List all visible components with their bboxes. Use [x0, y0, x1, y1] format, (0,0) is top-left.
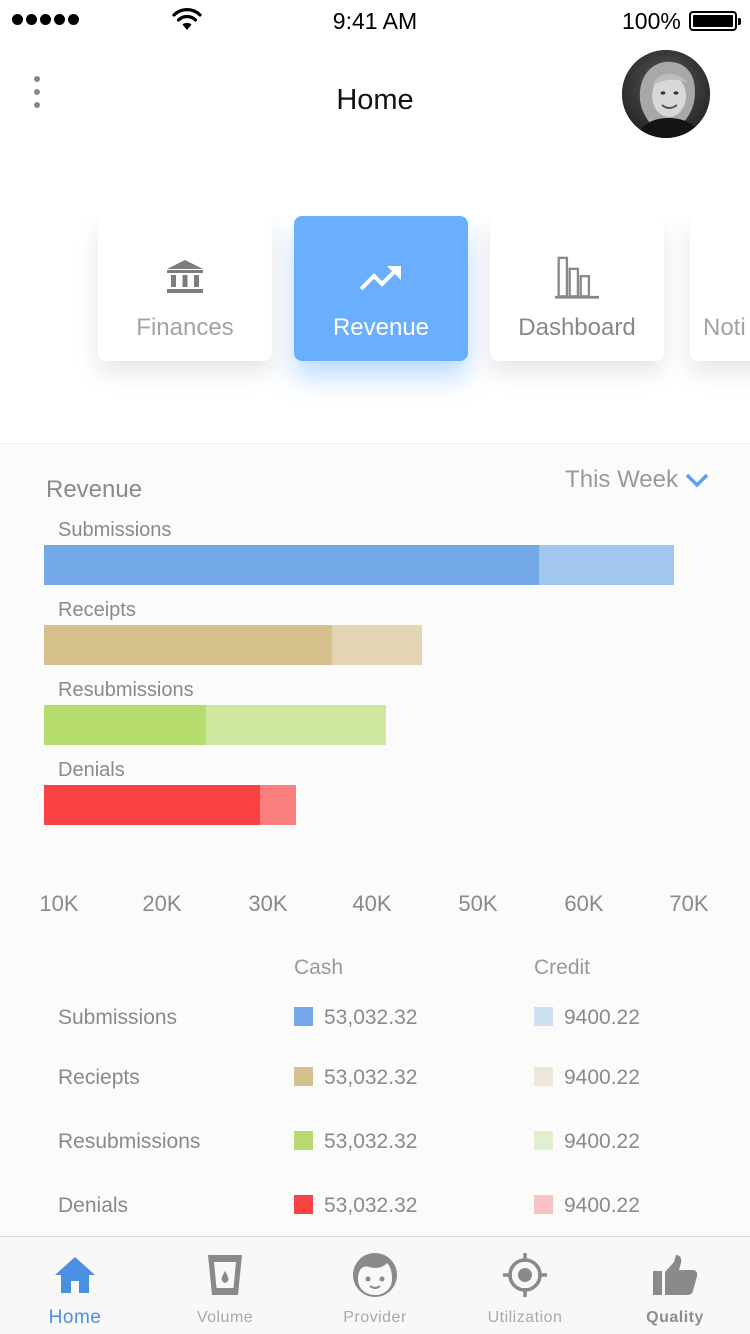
bar-segment-credit [332, 625, 422, 665]
tab-label: Quality [646, 1309, 704, 1326]
x-tick-label: 50K [458, 891, 498, 916]
credit-swatch [534, 1007, 553, 1026]
legend-row-label: Submissions [58, 1006, 178, 1029]
revenue-panel: Revenue This Week Submissions Receipts Res… [0, 443, 750, 1236]
x-tick-label: 40K [352, 891, 392, 916]
avatar[interactable] [622, 50, 710, 138]
category-carousel[interactable]: Finances Revenue Dashboard Noti [0, 216, 750, 416]
tab-utilization[interactable]: Utilization [450, 1237, 600, 1334]
category-card-revenue[interactable]: Revenue [294, 216, 468, 361]
category-label: Dashboard [518, 314, 636, 341]
credit-value: 9400.22 [564, 1194, 640, 1217]
bar-segment-credit [539, 545, 674, 585]
face-icon [351, 1251, 399, 1299]
tab-label: Provider [343, 1309, 407, 1326]
x-tick-label: 30K [248, 891, 288, 916]
bar-segment-cash [44, 625, 332, 665]
thumbs-up-icon [651, 1251, 699, 1299]
category-label: Revenue [332, 314, 430, 341]
legend-header-credit: Credit [534, 956, 591, 979]
credit-swatch [534, 1067, 553, 1086]
bar-label: Receipts [58, 599, 136, 621]
target-icon [501, 1251, 549, 1299]
bar-label: Resubmissions [58, 679, 194, 701]
period-dropdown[interactable]: This Week [565, 466, 710, 494]
credit-value: 9400.22 [564, 1130, 640, 1153]
credit-swatch [534, 1131, 553, 1150]
cash-swatch [294, 1131, 313, 1150]
credit-value: 9400.22 [564, 1006, 640, 1029]
cash-value: 53,032.32 [324, 1194, 418, 1217]
bar-segment-cash [44, 705, 206, 745]
x-tick-label: 70K [669, 891, 709, 916]
bar-chart-icon [555, 256, 599, 300]
home-icon [51, 1251, 99, 1299]
tab-label: Utilization [487, 1309, 563, 1326]
tab-home[interactable]: Home [0, 1237, 150, 1334]
cash-swatch [294, 1007, 313, 1026]
legend-row-label: Resubmissions [58, 1130, 201, 1153]
tab-volume[interactable]: Volume [150, 1237, 300, 1334]
category-card-finances[interactable]: Finances [98, 216, 272, 361]
cash-value: 53,032.32 [324, 1006, 418, 1029]
tab-provider[interactable]: Provider [300, 1237, 450, 1334]
legend-row-label: Denials [58, 1194, 129, 1217]
tab-label: Volume [196, 1309, 254, 1326]
bar-label: Submissions [58, 519, 172, 541]
x-tick-label: 60K [564, 891, 604, 916]
credit-swatch [534, 1195, 553, 1214]
bank-icon [163, 256, 207, 300]
bar-label: Denials [58, 759, 125, 781]
bar-segment-cash [44, 785, 260, 825]
battery-percentage: 100% [622, 8, 681, 34]
x-tick-label: 10K [39, 891, 79, 916]
bar-segment-cash [44, 545, 539, 585]
avatar-photo [622, 50, 710, 138]
period-value: This Week [565, 466, 678, 493]
category-label: Noti [703, 314, 746, 341]
trending-up-icon [359, 256, 403, 300]
bar-segment-credit [206, 705, 386, 745]
legend-row-label: Reciepts [58, 1066, 140, 1089]
bar-segment-credit [260, 785, 296, 825]
panel-title: Revenue [46, 476, 143, 503]
cash-value: 53,032.32 [324, 1130, 418, 1153]
cash-swatch [294, 1195, 313, 1214]
status-bar: 9:41 AM 100% [0, 0, 750, 40]
category-label: Finances [136, 314, 234, 341]
category-card-notifications[interactable]: Noti [690, 216, 750, 361]
cash-swatch [294, 1067, 313, 1086]
battery-icon [689, 11, 741, 31]
cash-value: 53,032.32 [324, 1066, 418, 1089]
credit-value: 9400.22 [564, 1066, 640, 1089]
chevron-down-icon [685, 473, 709, 488]
x-tick-label: 20K [142, 891, 182, 916]
legend-header-cash: Cash [294, 956, 344, 979]
cup-icon [201, 1251, 249, 1299]
tab-bar: Home Volume Provider Utilization Quality [0, 1236, 750, 1334]
tab-quality[interactable]: Quality [600, 1237, 750, 1334]
category-card-dashboard[interactable]: Dashboard [490, 216, 664, 361]
tab-label: Home [48, 1307, 102, 1328]
